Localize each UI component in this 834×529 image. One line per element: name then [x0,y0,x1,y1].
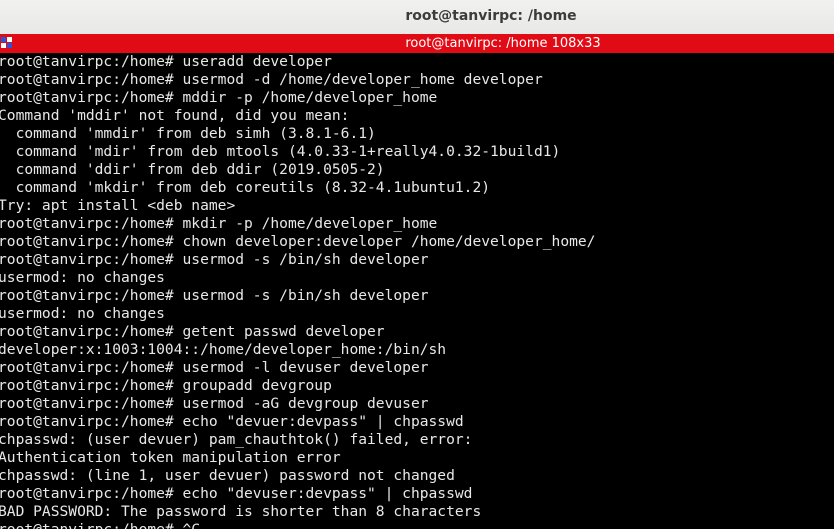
terminal-line: usermod: no changes [0,269,165,286]
terminal-line: root@tanvirpc:/home# usermod -s /bin/sh … [0,287,429,304]
terminal-line: root@tanvirpc:/home# mddir -p /home/deve… [0,89,438,106]
window-title: root@tanvirpc: /home [405,8,577,24]
terminal-line: root@tanvirpc:/home# ^C [0,521,834,529]
terminal-line: root@tanvirpc:/home# echo "devuer:devpas… [0,413,464,430]
terminal-line: developer:x:1003:1004::/home/developer_h… [0,341,447,358]
terminal-line: usermod: no changes [0,305,165,322]
terminal-line: root@tanvirpc:/home# chown developer:dev… [0,233,596,250]
terminal-session-icon[interactable] [1,37,13,49]
terminal-line: root@tanvirpc:/home# groupadd devgroup [0,377,332,394]
terminal-window: root@tanvirpc: /home root@tanvirpc: /hom… [0,0,834,529]
terminal-line: root@tanvirpc:/home# usermod -aG devgrou… [0,395,429,412]
terminal-line: root@tanvirpc:/home# useradd developer [0,53,332,70]
terminal-line: chpasswd: (user devuer) pam_chauthtok() … [0,431,473,448]
terminal-line: BAD PASSWORD: The password is shorter th… [0,503,482,520]
terminal-line: command 'mmdir' from deb simh (3.8.1-6.1… [0,125,376,142]
terminal-line: command 'mdir' from deb mtools (4.0.33-1… [0,143,561,160]
tab-title: root@tanvirpc: /home 108x33 [405,36,601,51]
terminal-line: chpasswd: (line 1, user devuer) password… [0,467,455,484]
window-titlebar[interactable]: root@tanvirpc: /home [0,0,834,34]
terminal-line: Command 'mddir' not found, did you mean: [0,107,350,124]
terminal-line: root@tanvirpc:/home# echo "devuser:devpa… [0,485,473,502]
terminal-line: root@tanvirpc:/home# getent passwd devel… [0,323,385,340]
terminal-line: root@tanvirpc:/home# mkdir -p /home/deve… [0,215,438,232]
tab-bar[interactable]: root@tanvirpc: /home 108x33 [0,34,834,53]
terminal-line: root@tanvirpc:/home# usermod -d /home/de… [0,71,543,88]
terminal-output[interactable]: root@tanvirpc:/home# useradd developer ro… [0,53,834,529]
terminal-line: Authentication token manipulation error [0,449,341,466]
terminal-line: command 'mkdir' from deb coreutils (8.32… [0,179,491,196]
terminal-line: command 'ddir' from deb ddir (2019.0505-… [0,161,385,178]
terminal-line: root@tanvirpc:/home# usermod -s /bin/sh … [0,251,429,268]
terminal-line: Try: apt install <deb name> [0,197,236,214]
terminal-line: root@tanvirpc:/home# usermod -l devuser … [0,359,429,376]
